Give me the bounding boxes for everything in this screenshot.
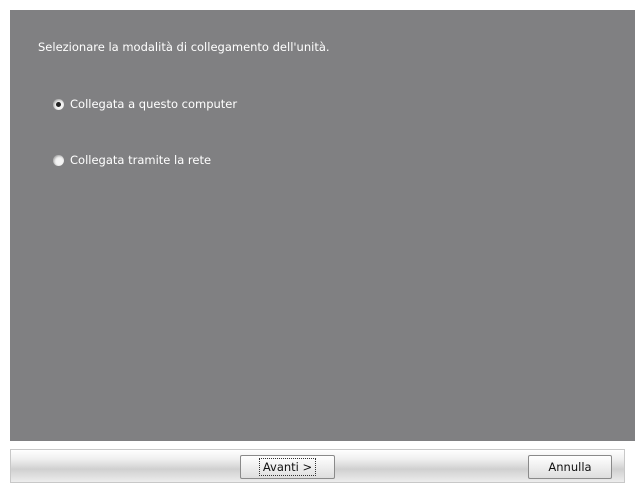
next-button[interactable]: Avanti > <box>240 455 335 479</box>
radio-button-selected-icon[interactable] <box>53 98 64 110</box>
cancel-button[interactable]: Annulla <box>528 455 612 479</box>
instruction-text: Selezionare la modalità di collegamento … <box>38 40 330 54</box>
footer-button-bar: Avanti > Annulla <box>10 449 625 483</box>
radio-selected-dot-icon <box>56 101 61 107</box>
setup-wizard-window: Selezionare la modalità di collegamento … <box>0 0 635 491</box>
next-button-label: Avanti > <box>258 458 317 476</box>
radio-label-local-computer[interactable]: Collegata a questo computer <box>70 97 237 111</box>
radio-label-network[interactable]: Collegata tramite la rete <box>70 153 211 167</box>
content-panel: Selezionare la modalità di collegamento … <box>10 10 635 441</box>
radio-option-network[interactable]: Collegata tramite la rete <box>53 153 211 167</box>
radio-option-local-computer[interactable]: Collegata a questo computer <box>53 97 237 111</box>
radio-button-unselected-icon[interactable] <box>53 154 64 166</box>
